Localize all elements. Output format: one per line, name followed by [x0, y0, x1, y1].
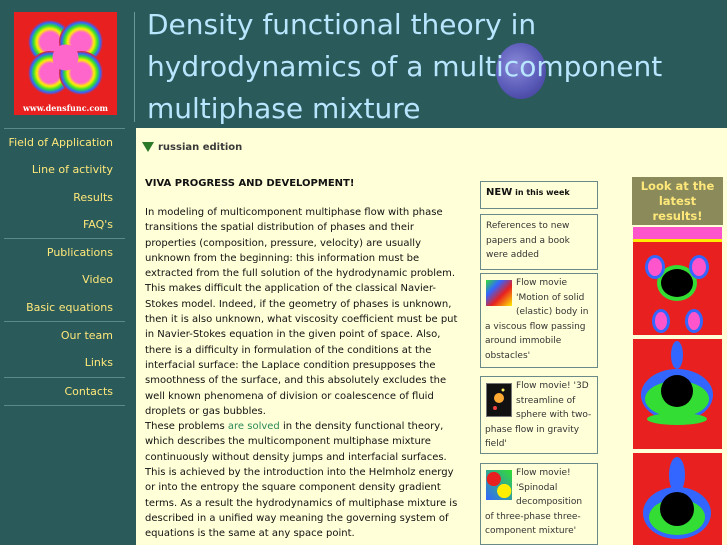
news-item-text: References to new papers and a book were… [486, 221, 570, 260]
movie-thumbnail[interactable] [486, 280, 512, 306]
header-divider [134, 12, 135, 122]
main-content: russian edition VIVA PROGRESS AND DEVELO… [136, 128, 727, 545]
nav-item-our-team[interactable]: Our team [0, 322, 125, 349]
news-item[interactable]: Flow movie! '3D streamline of sphere wit… [480, 376, 598, 454]
result-image[interactable] [633, 227, 722, 335]
article-text: In modeling of multicomponent multiphase… [145, 205, 460, 542]
text-span: These problems [145, 421, 228, 433]
in-this-week-label: in this week [515, 188, 570, 197]
nav-item-line-of-activity[interactable]: Line of activity [0, 156, 125, 183]
news-header: NEW in this week [480, 181, 598, 209]
result-image[interactable] [633, 453, 722, 545]
nav-item-publications[interactable]: Publications [0, 239, 125, 266]
nav-item-links[interactable]: Links [0, 349, 125, 376]
result-image[interactable] [633, 339, 722, 449]
triangle-down-icon [142, 142, 154, 152]
site-logo[interactable]: www.densfunc.com [14, 12, 117, 115]
nav-item-contacts[interactable]: Contacts [0, 378, 125, 405]
page-title: Density functional theory in hydrodynami… [147, 4, 662, 130]
title-line-2: hydrodynamics of a multicomponent [147, 50, 663, 83]
latest-results-heading[interactable]: Look at the latest results! [632, 177, 723, 225]
streamline-icon [493, 388, 505, 410]
sidebar-nav: Field of Application Line of activity Re… [0, 128, 125, 406]
nav-item-results[interactable]: Results [0, 184, 125, 211]
paragraph: In modeling of multicomponent multiphase… [145, 207, 458, 417]
new-badge: NEW [486, 187, 513, 198]
movie-thumbnail[interactable] [486, 383, 512, 417]
movie-thumbnail[interactable] [486, 470, 512, 500]
logo-url-text: www.densfunc.com [22, 103, 109, 113]
russian-edition-label: russian edition [158, 142, 243, 153]
result-graphic [643, 457, 711, 539]
are-solved-link[interactable]: are solved [228, 421, 280, 432]
result-graphic [641, 341, 713, 425]
russian-edition-link[interactable]: russian edition [142, 142, 242, 153]
paragraph: These problems are solved in the density… [145, 419, 460, 541]
content-heading: VIVA PROGRESS AND DEVELOPMENT! [145, 178, 355, 189]
nav-item-field-of-application[interactable]: Field of Application [0, 129, 125, 156]
nav-item-faqs[interactable]: FAQ's [0, 211, 125, 238]
site-header: www.densfunc.com Density functional theo… [0, 0, 727, 128]
logo-graphic [28, 20, 103, 95]
news-item[interactable]: References to new papers and a book were… [480, 214, 598, 270]
nav-divider [4, 404, 125, 406]
nav-item-video[interactable]: Video [0, 266, 125, 293]
result-graphic [633, 227, 722, 333]
text-span: in the density functional theory, which … [145, 421, 458, 540]
title-line-3: multiphase mixture [147, 92, 421, 125]
nav-item-basic-equations[interactable]: Basic equations [0, 294, 125, 321]
news-item[interactable]: Flow movie! 'Spinodal decomposition of t… [480, 463, 598, 545]
title-line-1: Density functional theory in [147, 8, 537, 41]
news-item[interactable]: Flow movie 'Motion of solid (elastic) bo… [480, 273, 598, 368]
